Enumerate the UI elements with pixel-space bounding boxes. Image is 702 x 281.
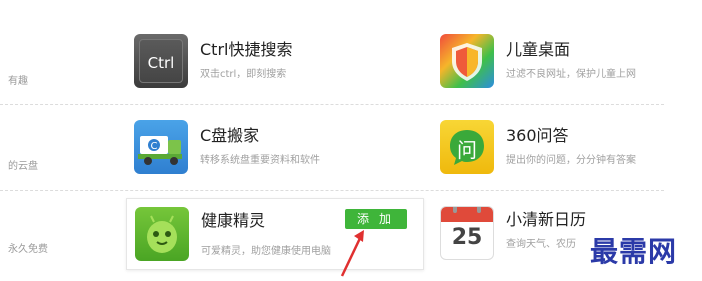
app-name[interactable]: 儿童桌面 xyxy=(506,36,570,60)
row-divider xyxy=(0,190,664,191)
android-sprite-icon xyxy=(135,207,189,261)
watermark-text: 最需网 xyxy=(590,235,678,268)
app-name[interactable]: 360问答 xyxy=(506,122,569,146)
qa-bubble-icon: 问 xyxy=(440,120,494,174)
row-divider xyxy=(0,104,664,105)
app-description: 可爱精灵，助您健康使用电脑 xyxy=(201,246,331,257)
left-fragment-1: 有趣 xyxy=(8,76,28,87)
app-item-c-drive-move[interactable]: C C盘搬家 转移系统盘重要资料和软件 xyxy=(134,114,404,178)
app-item-kids-desktop[interactable]: 儿童桌面 过滤不良网址，保护儿童上网 xyxy=(440,28,702,92)
app-description: 双击ctrl，即刻搜索 xyxy=(200,69,287,80)
shield-icon xyxy=(440,34,494,88)
add-button[interactable]: 添加 xyxy=(345,209,407,229)
app-item-health-sprite[interactable]: 健康精灵 可爱精灵，助您健康使用电脑 添加 xyxy=(126,198,424,270)
app-description: 过滤不良网址，保护儿童上网 xyxy=(506,69,636,80)
ctrl-key-icon: Ctrl xyxy=(134,34,188,88)
app-item-ctrl-search[interactable]: Ctrl Ctrl快捷搜索 双击ctrl，即刻搜索 xyxy=(134,28,404,92)
pointer-arrow-icon xyxy=(340,230,364,277)
left-fragment-2: 的云盘 xyxy=(8,161,38,172)
app-name[interactable]: C盘搬家 xyxy=(200,122,259,146)
svg-text:C: C xyxy=(151,141,158,152)
app-item-360-qa[interactable]: 问 360问答 提出你的问题，分分钟有答案 xyxy=(440,114,702,178)
app-name[interactable]: 小清新日历 xyxy=(506,206,586,230)
app-name[interactable]: Ctrl快捷搜索 xyxy=(200,36,292,60)
app-name[interactable]: 健康精灵 xyxy=(201,207,265,231)
app-description: 转移系统盘重要资料和软件 xyxy=(200,155,320,166)
moving-truck-icon: C xyxy=(134,120,188,174)
left-fragment-3: 永久免费 xyxy=(8,244,48,255)
calendar-icon: 25 xyxy=(440,206,494,260)
app-description: 提出你的问题，分分钟有答案 xyxy=(506,155,636,166)
